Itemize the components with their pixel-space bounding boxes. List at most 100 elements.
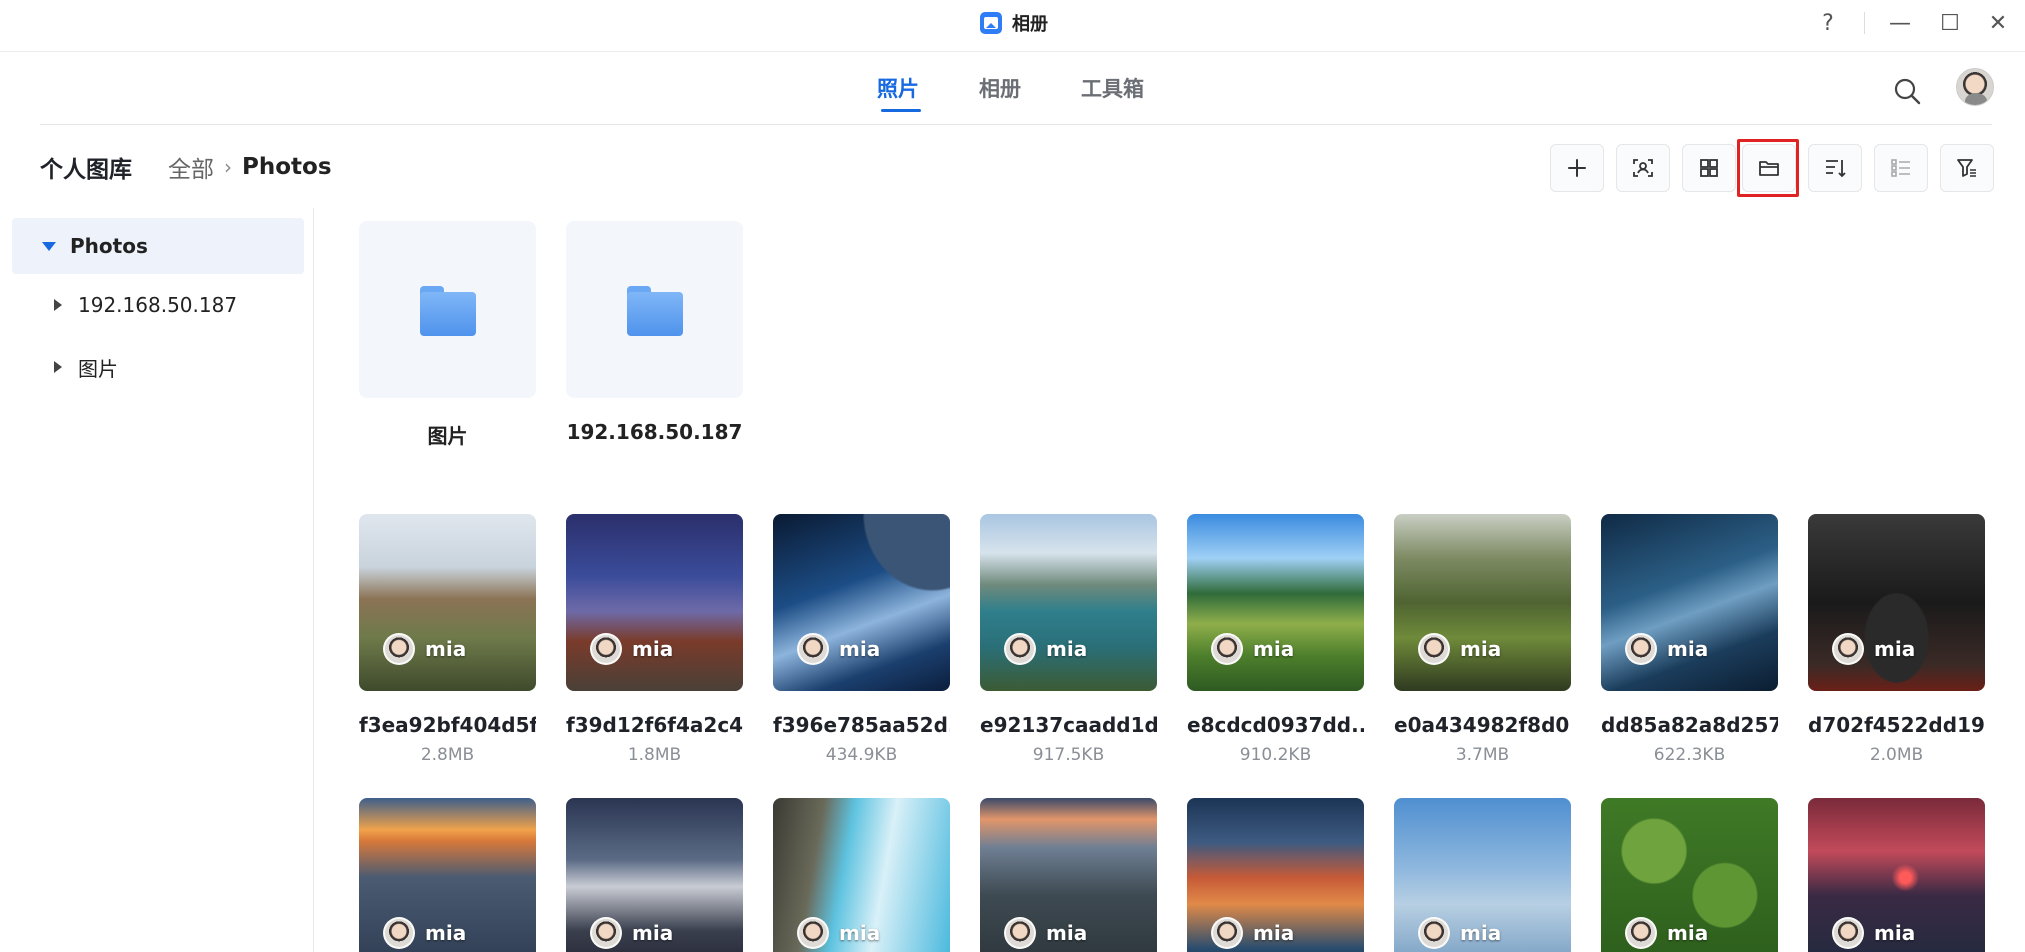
- photo-thumbnail[interactable]: mia: [1601, 514, 1778, 691]
- list-view-button[interactable]: [1874, 144, 1928, 192]
- owner-avatar: [1832, 917, 1864, 949]
- folder-card[interactable]: [359, 221, 536, 398]
- breadcrumb-separator: ›: [224, 155, 232, 179]
- owner-avatar: [1211, 633, 1243, 665]
- owner-avatar: [1211, 917, 1243, 949]
- photo-size: 2.8MB: [420, 745, 475, 765]
- photo-owner: mia: [1832, 917, 1915, 949]
- owner-avatar: [1832, 633, 1864, 665]
- photo-size: 917.5KB: [1032, 745, 1105, 765]
- user-avatar[interactable]: [1956, 68, 1994, 106]
- photo-thumbnail[interactable]: mia: [980, 514, 1157, 691]
- owner-avatar: [590, 633, 622, 665]
- tree-item-label: Photos: [70, 234, 148, 258]
- sort-button[interactable]: [1808, 144, 1862, 192]
- breadcrumb-current: Photos: [242, 154, 332, 180]
- photo-owner: mia: [590, 917, 673, 949]
- help-button[interactable]: ?: [1812, 8, 1844, 38]
- nav-divider: [40, 124, 1992, 125]
- tab-photos[interactable]: 照片: [877, 73, 919, 103]
- owner-avatar: [797, 633, 829, 665]
- photos-app-icon: [980, 12, 1002, 34]
- owner-avatar: [1418, 633, 1450, 665]
- photo-owner: mia: [1832, 633, 1915, 665]
- photo-owner: mia: [1418, 633, 1501, 665]
- photo-thumbnail[interactable]: mia: [359, 798, 536, 952]
- caret-right-icon[interactable]: [54, 361, 62, 373]
- filter-icon: [1957, 159, 1976, 177]
- folder-view-icon: [1759, 161, 1779, 176]
- photo-owner: mia: [1418, 917, 1501, 949]
- search-icon[interactable]: [1890, 74, 1924, 108]
- page-title: 个人图库: [40, 157, 132, 183]
- maximize-button[interactable]: ☐: [1934, 8, 1966, 38]
- tree-item-photos[interactable]: Photos: [12, 218, 304, 274]
- folder-card[interactable]: [566, 221, 743, 398]
- list-view-icon: [1891, 159, 1910, 177]
- add-button[interactable]: [1550, 144, 1604, 192]
- folder-icon: [626, 285, 683, 336]
- photo-owner: mia: [797, 917, 880, 949]
- photo-name: e0a434982f8d0...: [1394, 713, 1571, 737]
- photo-size: 3.7MB: [1455, 745, 1510, 765]
- folder-name: 图片: [427, 424, 468, 448]
- photo-name: dd85a82a8d257...: [1601, 713, 1778, 737]
- photo-thumbnail[interactable]: mia: [566, 798, 743, 952]
- breadcrumb-root[interactable]: 全部: [168, 150, 214, 184]
- photo-thumbnail[interactable]: mia: [980, 798, 1157, 952]
- grid-view-icon: [1700, 159, 1718, 177]
- photo-thumbnail[interactable]: mia: [1394, 514, 1571, 691]
- tree-item-pictures[interactable]: 图片: [12, 339, 304, 395]
- photo-size: 910.2KB: [1239, 745, 1312, 765]
- photo-thumbnail[interactable]: mia: [1601, 798, 1778, 952]
- photo-thumbnail[interactable]: mia: [773, 514, 950, 691]
- photo-thumbnail[interactable]: mia: [1808, 514, 1985, 691]
- caret-right-icon[interactable]: [54, 299, 62, 311]
- tree-item-ip-folder[interactable]: 192.168.50.187: [12, 277, 304, 333]
- photo-thumbnail[interactable]: mia: [566, 514, 743, 691]
- photo-thumbnail[interactable]: mia: [1187, 798, 1364, 952]
- photo-owner: mia: [1625, 917, 1708, 949]
- main-nav: 照片 相册 工具箱: [0, 53, 2025, 125]
- photo-name: f396e785aa52d...: [773, 713, 950, 737]
- photo-owner: mia: [1004, 633, 1087, 665]
- face-scan-icon: [1633, 159, 1653, 177]
- app-title: 相册: [980, 11, 1048, 35]
- folder-view-button[interactable]: [1742, 144, 1796, 192]
- filter-button[interactable]: [1940, 144, 1994, 192]
- photo-thumbnail[interactable]: mia: [1394, 798, 1571, 952]
- face-scan-button[interactable]: [1616, 144, 1670, 192]
- photo-name: e92137caadd1d...: [980, 713, 1157, 737]
- breadcrumb: 个人图库 全部 › Photos: [40, 150, 332, 184]
- owner-avatar: [1625, 917, 1657, 949]
- grid-view-button[interactable]: [1682, 144, 1736, 192]
- photo-thumbnail[interactable]: mia: [773, 798, 950, 952]
- photo-owner: mia: [1625, 633, 1708, 665]
- photo-owner: mia: [590, 633, 673, 665]
- photo-name: f39d12f6f4a2c4...: [566, 713, 743, 737]
- add-icon: [1568, 159, 1586, 177]
- photo-thumbnail[interactable]: mia: [359, 514, 536, 691]
- photo-owner: mia: [1211, 633, 1294, 665]
- photo-size: 2.0MB: [1869, 745, 1924, 765]
- title-divider: [1864, 12, 1865, 34]
- photo-thumbnail[interactable]: mia: [1808, 798, 1985, 952]
- tab-toolbox[interactable]: 工具箱: [1081, 73, 1144, 103]
- minimize-button[interactable]: —: [1884, 8, 1916, 38]
- photo-size: 434.9KB: [825, 745, 898, 765]
- photo-thumbnail[interactable]: mia: [1187, 514, 1364, 691]
- window-title: 相册: [1012, 14, 1048, 35]
- caret-down-icon[interactable]: [42, 241, 56, 251]
- photo-size: 1.8MB: [627, 745, 682, 765]
- close-button[interactable]: ✕: [1982, 8, 2014, 38]
- folder-icon: [419, 285, 476, 336]
- title-bar: 相册 ? — ☐ ✕: [0, 0, 2025, 52]
- owner-avatar: [1004, 917, 1036, 949]
- tree-item-label: 图片: [78, 356, 118, 381]
- photo-owner: mia: [797, 633, 880, 665]
- photo-owner: mia: [1004, 917, 1087, 949]
- folder-name: 192.168.50.187: [566, 420, 743, 444]
- photo-size: 622.3KB: [1653, 745, 1726, 765]
- tab-albums[interactable]: 相册: [979, 73, 1021, 103]
- folder-tree-sidebar: Photos 192.168.50.187 图片: [0, 208, 314, 952]
